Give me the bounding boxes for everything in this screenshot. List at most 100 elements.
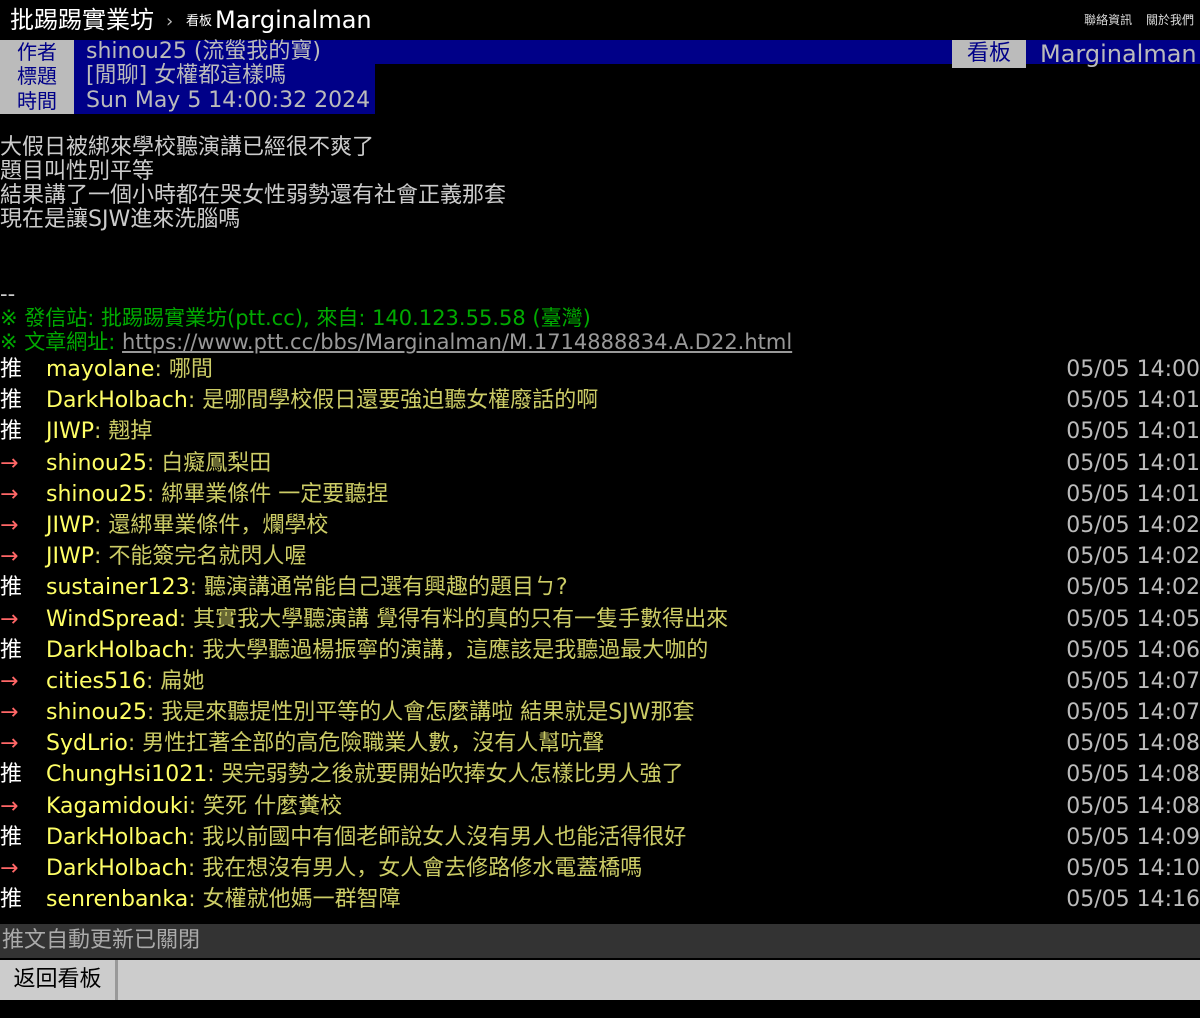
push-userid: DarkHolbach: [46, 388, 188, 414]
back-to-board-button[interactable]: 返回看板: [0, 960, 118, 1000]
push-user-block: Kagamidouki: 笑死 什麼糞校: [46, 791, 342, 822]
breadcrumb-separator: ›: [166, 11, 174, 32]
push-tag: 推: [0, 824, 23, 850]
push-row: → SydLrio: 男性扛著全部的高危險職業人數，沒有人幫吭聲 05/05 14:…: [0, 728, 1200, 759]
push-userid: JIWP: [46, 544, 94, 570]
push-tag: →: [0, 793, 19, 819]
push-tag: →: [0, 544, 19, 570]
push-user-block: DarkHolbach: 我在想沒有男人，女人會去修路修水電蓋橋嗎: [46, 853, 642, 884]
push-user-block: senrenbanka: 女權就他媽一群智障: [46, 884, 401, 915]
breadcrumb-board-label: 看板: [186, 14, 213, 29]
push-time: 05/05 14:16: [1066, 887, 1200, 913]
push-tag: →: [0, 731, 19, 757]
push-row: 推 sustainer123: 聽演講通常能自己選有興趣的題目ㄅ? 05/05 14…: [0, 572, 1200, 603]
push-content: : 我以前國中有個老師說女人沒有男人也能活得很好: [187, 824, 687, 850]
push-user-block: sustainer123: 聽演講通常能自己選有興趣的題目ㄅ?: [46, 572, 568, 603]
push-row: 推 JIWP: 翹掉 05/05 14:01: [0, 416, 1200, 447]
article-signature: -- ※ 發信站: 批踢踢實業坊(ptt.cc), 來自: 140.123.55…: [0, 282, 792, 354]
push-tag: 推: [0, 637, 23, 663]
push-row: 推 DarkHolbach: 我以前國中有個老師說女人沒有男人也能活得很好 05/0…: [0, 822, 1200, 853]
author-value: shinou25 (流螢我的寶): [74, 40, 1200, 64]
push-time: 05/05 14:09: [1066, 824, 1200, 850]
push-time: 05/05 14:01: [1066, 388, 1200, 414]
time-value: Sun May 5 14:00:32 2024: [74, 88, 375, 114]
push-row: → shinou25: 我是來聽提性別平等的人會怎麼講啦 結果就是SJW那套 05/…: [0, 697, 1200, 728]
push-row: 推 DarkHolbach: 我大學聽過楊振寧的演講，這應該是我聽過最大咖的 05/…: [0, 635, 1200, 666]
push-user-block: JIWP: 不能簽完名就閃人喔: [46, 541, 306, 572]
push-userid: shinou25: [46, 481, 147, 507]
push-userid: cities516: [46, 668, 146, 694]
push-tag: →: [0, 606, 19, 632]
push-content: : 我大學聽過楊振寧的演講，這應該是我聽過最大咖的: [187, 637, 709, 663]
article-body: 大假日被綁來學校聽演講已經很不爽了 題目叫性別平等 結果講了一個小時都在哭女性弱…: [0, 136, 1200, 232]
signature-dash: --: [0, 282, 16, 306]
auto-update-status: 推文自動更新已關閉: [0, 924, 1200, 958]
push-content: : 扁她: [145, 668, 205, 694]
push-row: → shinou25: 綁畢業條件 一定要聽捏 05/05 14:01: [0, 479, 1200, 510]
article-url-link[interactable]: https://www.ptt.cc/bbs/Marginalman/M.171…: [122, 330, 792, 354]
push-time: 05/05 14:08: [1066, 793, 1200, 819]
push-tag: →: [0, 700, 19, 726]
push-user-block: WindSpread: 其實我大學聽演講 覺得有料的真的只有一隻手數得出來: [46, 604, 728, 635]
top-navigation-bar: 批踢踢實業坊 › 看板 Marginalman 聯絡資訊 關於我們: [0, 0, 1200, 40]
push-user-block: DarkHolbach: 是哪間學校假日還要強迫聽女權廢話的啊: [46, 385, 598, 416]
push-userid: JIWP: [46, 512, 94, 538]
push-time: 05/05 14:07: [1066, 668, 1200, 694]
push-userid: sustainer123: [46, 575, 190, 601]
push-content: : 還綁畢業條件，爛學校: [94, 512, 329, 538]
push-user-block: SydLrio: 男性扛著全部的高危險職業人數，沒有人幫吭聲: [46, 728, 604, 759]
push-content: : 男性扛著全部的高危險職業人數，沒有人幫吭聲: [127, 731, 605, 757]
push-time: 05/05 14:01: [1066, 419, 1200, 445]
push-userid: Kagamidouki: [46, 793, 189, 819]
signature-url-label: ※ 文章網址:: [0, 330, 123, 354]
push-row: → cities516: 扁她 05/05 14:07: [0, 666, 1200, 697]
contact-link[interactable]: 聯絡資訊: [1084, 13, 1132, 27]
push-userid: SydLrio: [46, 731, 128, 757]
push-row: → Kagamidouki: 笑死 什麼糞校 05/05 14:08: [0, 791, 1200, 822]
push-userid: DarkHolbach: [46, 637, 188, 663]
push-time: 05/05 14:07: [1066, 700, 1200, 726]
push-tag: →: [0, 668, 19, 694]
push-tag: →: [0, 450, 19, 476]
push-content: : 我是來聽提性別平等的人會怎麼講啦 結果就是SJW那套: [146, 700, 695, 726]
push-content: : 笑死 什麼糞校: [188, 793, 343, 819]
push-tag: →: [0, 856, 19, 881]
push-tag: 推: [0, 419, 23, 445]
push-time: 05/05 14:08: [1066, 762, 1200, 788]
breadcrumb-board-link[interactable]: Marginalman: [215, 4, 372, 36]
push-content: : 哭完弱勢之後就要開始吹捧女人怎樣比男人強了: [207, 762, 684, 788]
title-tag: 標題: [0, 64, 74, 88]
push-tag: 推: [0, 575, 23, 601]
time-tag: 時間: [0, 88, 74, 114]
author-tag: 作者: [0, 40, 74, 64]
push-user-block: shinou25: 綁畢業條件 一定要聽捏: [46, 479, 388, 510]
push-userid: mayolane: [46, 357, 155, 382]
push-user-block: JIWP: 還綁畢業條件，爛學校: [46, 510, 328, 541]
push-content: : 其實我大學聽演講 覺得有料的真的只有一隻手數得出來: [178, 606, 729, 632]
push-tag: 推: [0, 357, 23, 382]
board-tag: 看板: [952, 40, 1026, 68]
push-content: : 女權就他媽一群智障: [188, 887, 401, 913]
push-time: 05/05 14:02: [1066, 544, 1200, 570]
push-user-block: shinou25: 我是來聽提性別平等的人會怎麼講啦 結果就是SJW那套: [46, 697, 694, 728]
about-link[interactable]: 關於我們: [1146, 13, 1194, 27]
body-line: 現在是讓SJW進來洗腦嗎: [0, 207, 241, 232]
push-time: 05/05 14:06: [1066, 637, 1200, 663]
page: 批踢踢實業坊 › 看板 Marginalman 聯絡資訊 關於我們 作者 shi…: [0, 0, 1200, 1018]
push-content: : 聽演講通常能自己選有興趣的題目ㄅ?: [189, 575, 568, 601]
push-time: 05/05 14:01: [1066, 481, 1200, 507]
push-user-block: JIWP: 翹掉: [46, 416, 152, 447]
push-user-block: cities516: 扁她: [46, 666, 204, 697]
site-logo-link[interactable]: 批踢踢實業坊: [10, 4, 154, 36]
push-row: 推 ChungHsi1021: 哭完弱勢之後就要開始吹捧女人怎樣比男人強了 05/0…: [0, 759, 1200, 790]
push-time: 05/05 14:02: [1066, 512, 1200, 538]
push-userid: senrenbanka: [46, 887, 189, 913]
push-user-block: mayolane: 哪間: [46, 354, 213, 385]
push-user-block: ChungHsi1021: 哭完弱勢之後就要開始吹捧女人怎樣比男人強了: [46, 759, 684, 790]
push-tag: →: [0, 481, 19, 507]
push-row: 推 senrenbanka: 女權就他媽一群智障 05/05 14:16: [0, 884, 1200, 915]
push-userid: JIWP: [46, 419, 94, 445]
push-userid: ChungHsi1021: [46, 762, 208, 788]
body-line: 大假日被綁來學校聽演講已經很不爽了: [0, 135, 375, 160]
push-time: 05/05 14:01: [1066, 450, 1200, 476]
